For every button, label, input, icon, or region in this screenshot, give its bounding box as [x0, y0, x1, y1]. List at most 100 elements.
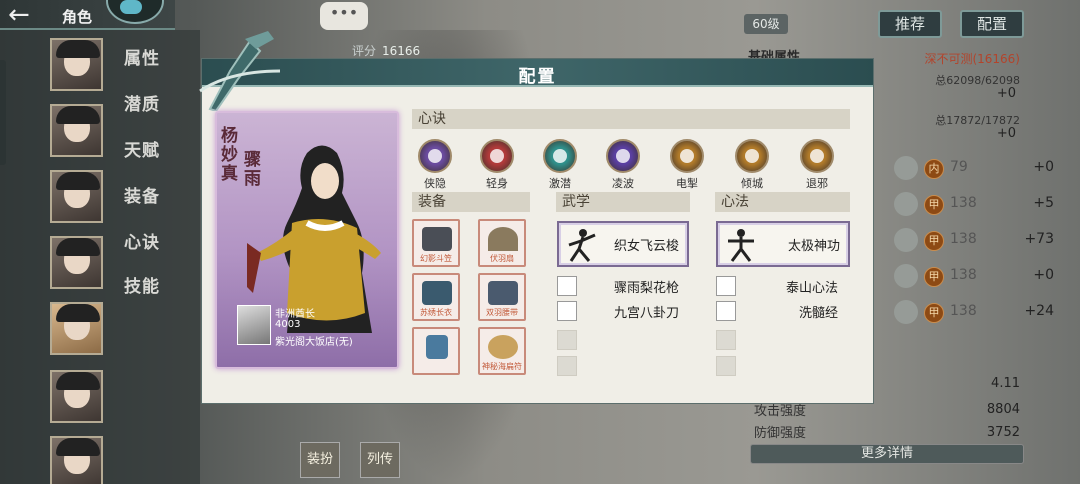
figure-icon: [894, 192, 918, 216]
skill-glyph: [490, 149, 504, 163]
mp-bonus: +0: [996, 126, 1016, 141]
tab-potential[interactable]: 潜质: [124, 90, 160, 115]
equipment-slot-boots[interactable]: [412, 327, 460, 375]
owner-guild: 紫光阁大饭店(无): [275, 337, 353, 348]
xinjue-skill[interactable]: 轻身: [474, 139, 520, 191]
stat-badge-icon: 甲: [924, 303, 944, 323]
empty-martial-slot[interactable]: [557, 330, 577, 350]
martial-icon: [557, 276, 577, 296]
xinjue-skill-label: 侠隐: [424, 177, 446, 190]
stat-bonus: +0: [1033, 159, 1054, 175]
tab-skills[interactable]: 技能: [124, 272, 160, 297]
martial-item-name: 九宫八卦刀: [613, 306, 679, 321]
stat-row: 甲 138 +5: [924, 194, 1054, 216]
fan-icon: [488, 227, 518, 251]
xinjue-skill[interactable]: 退邪: [794, 139, 840, 191]
owner-name: 非洲酋长: [275, 309, 315, 320]
method-main-name: 太极神功: [787, 239, 840, 254]
dress-button[interactable]: 装扮: [300, 442, 340, 478]
tab-xinjue[interactable]: 心诀: [124, 228, 160, 253]
martial-item[interactable]: 九宫八卦刀: [557, 301, 687, 321]
skill-glyph: [428, 149, 442, 163]
dialog-title: 配置: [518, 67, 557, 87]
equipment-slot-hat[interactable]: 幻影斗笠: [412, 219, 460, 267]
figure-icon: [894, 156, 918, 180]
character-avatar[interactable]: [50, 38, 103, 91]
stat-value: 79: [950, 159, 968, 175]
skill-glyph: [553, 149, 567, 163]
character-card: 杨妙真 骤雨 非洲酋长 4003 紫光阁大饭店(无): [215, 111, 399, 369]
hp-bonus: +0: [996, 86, 1016, 101]
tab-equipment[interactable]: 装备: [124, 182, 160, 207]
xinjue-skill[interactable]: 倾城: [729, 139, 775, 191]
xinjue-skill[interactable]: 激潜: [537, 139, 583, 191]
stat-value: 138: [950, 231, 977, 247]
l-rune-icon: [670, 139, 704, 173]
equipment-label: 神秘海扁符: [482, 362, 522, 371]
vortex-icon: [543, 139, 577, 173]
stat-bonus: +24: [1024, 303, 1054, 319]
biography-button[interactable]: 列传: [360, 442, 400, 478]
more-details-button[interactable]: 更多详情: [750, 444, 1024, 464]
xinjue-skill[interactable]: 电掣: [664, 139, 710, 191]
martial-item[interactable]: 骤雨梨花枪: [557, 276, 687, 296]
equipment-slot-robe[interactable]: 苏绣长衣: [412, 273, 460, 321]
tab-talent[interactable]: 天赋: [124, 136, 160, 161]
chat-bubble-button[interactable]: •••: [320, 2, 368, 30]
xinjue-section-header: 心诀: [412, 109, 850, 129]
accessory-icon: [488, 335, 518, 359]
wave-icon: [606, 139, 640, 173]
menu-round-button[interactable]: [106, 0, 164, 24]
equipment-slot-weapon[interactable]: 伏羽扇: [478, 219, 526, 267]
belt-icon: [488, 281, 518, 305]
back-arrow-icon[interactable]: ←: [8, 2, 30, 28]
robe-icon: [422, 281, 452, 305]
swirl-icon: [418, 139, 452, 173]
character-avatar[interactable]: [50, 170, 103, 223]
method-main-slot[interactable]: 太极神功: [716, 221, 850, 267]
recommend-button[interactable]: 推荐: [878, 10, 942, 38]
sidebar-handle[interactable]: [0, 60, 6, 165]
config-dialog: 配置 杨妙真 骤雨 非洲酋长 4003 紫光阁大饭店(无) 心诀 侠隐 轻身 激潜 凌…: [199, 31, 874, 404]
level-badge: 60级: [744, 14, 788, 34]
top-header: ← 角色: [0, 0, 175, 30]
martial-main-slot[interactable]: 织女飞云梭: [557, 221, 689, 267]
method-item-name: 泰山心法: [785, 281, 838, 296]
martial-item-name: 骤雨梨花枪: [613, 281, 679, 296]
equipment-slot-accessory[interactable]: 神秘海扁符: [478, 327, 526, 375]
character-avatar[interactable]: [50, 436, 103, 484]
skill-glyph: [616, 149, 630, 163]
xinjue-skill-label: 倾城: [741, 177, 763, 190]
config-button[interactable]: 配置: [960, 10, 1024, 38]
empty-martial-slot[interactable]: [557, 356, 577, 376]
score-display: 评分 16166: [352, 42, 420, 59]
cloud-icon: [120, 0, 142, 14]
stat-bonus: +0: [1033, 267, 1054, 283]
tab-attributes[interactable]: 属性: [124, 44, 160, 69]
l-rune-icon: [480, 139, 514, 173]
xinjue-skill-label: 电掣: [676, 177, 698, 190]
stat-row: 甲 138 +24: [924, 302, 1054, 324]
character-avatar[interactable]: [50, 370, 103, 423]
empty-method-slot[interactable]: [716, 330, 736, 350]
equipment-slot-belt[interactable]: 双羽腰带: [478, 273, 526, 321]
skill-glyph: [810, 149, 824, 163]
method-item[interactable]: 泰山心法: [716, 276, 846, 296]
martial-pose-icon: [568, 229, 596, 262]
xinjue-skill[interactable]: 侠隐: [412, 139, 458, 191]
owner-info: 非洲酋长 4003 紫光阁大饭店(无): [237, 305, 397, 349]
method-item[interactable]: 洗髓经: [716, 301, 846, 321]
character-avatar[interactable]: [50, 104, 103, 157]
character-avatar[interactable]: [50, 236, 103, 289]
empty-method-slot[interactable]: [716, 356, 736, 376]
xinjue-skill[interactable]: 凌波: [600, 139, 646, 191]
hat-icon: [422, 227, 452, 251]
boots-icon: [426, 335, 448, 359]
character-avatar-selected[interactable]: [50, 302, 103, 355]
figure-icon: [894, 264, 918, 288]
score-value: 16166: [382, 44, 421, 58]
method-icon: [716, 301, 736, 321]
extra-stat-value: 4.11: [991, 376, 1020, 391]
figure-icon: [894, 228, 918, 252]
skill-glyph: [680, 149, 694, 163]
